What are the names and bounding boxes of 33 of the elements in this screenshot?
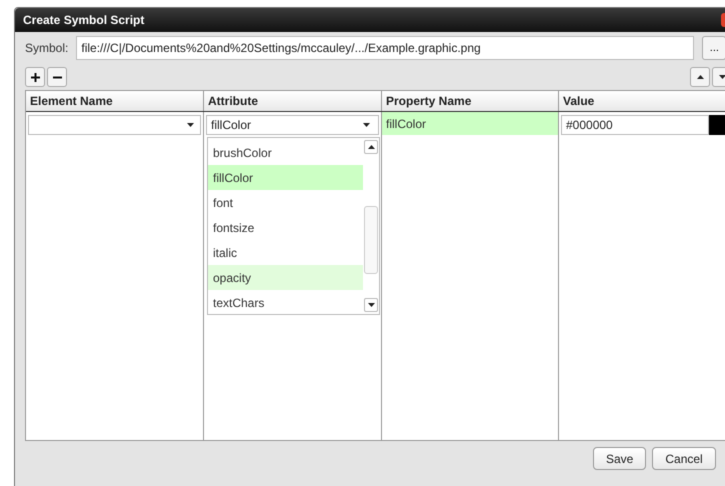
color-swatch[interactable] xyxy=(709,115,725,135)
column-header[interactable]: Value xyxy=(559,91,725,111)
dropdown-option[interactable]: font xyxy=(208,190,363,215)
window-title: Create Symbol Script xyxy=(23,12,144,29)
column-header[interactable]: Property Name xyxy=(382,91,559,111)
save-button[interactable]: Save xyxy=(593,447,646,470)
column-header[interactable]: Attribute xyxy=(204,91,382,111)
plus-icon xyxy=(30,72,40,82)
value-field[interactable]: #000000 xyxy=(561,115,709,135)
move-up-button[interactable] xyxy=(690,67,710,87)
symbol-field[interactable]: file:///C|/Documents%20and%20Settings/mccauley/.../Example.graphic.png xyxy=(76,36,694,60)
dropdown-option[interactable]: fillColor xyxy=(208,165,363,190)
add-button[interactable] xyxy=(25,67,45,87)
dropdown-option[interactable]: brushColor xyxy=(208,140,363,165)
symbol-label: Symbol: xyxy=(25,40,68,57)
dropdown-option[interactable]: textChars xyxy=(208,290,363,315)
dropdown-option[interactable]: fontsize xyxy=(208,215,363,240)
dropdown-option[interactable]: italic xyxy=(208,240,363,265)
browse-button[interactable]: ... xyxy=(702,36,725,60)
up-arrow-icon xyxy=(696,75,704,79)
attribute-dropdown[interactable]: fillColor xyxy=(206,115,379,135)
remove-button[interactable] xyxy=(47,67,67,87)
dropdown-arrow-icon xyxy=(363,123,370,127)
scroll-up-icon xyxy=(368,145,374,149)
cancel-button[interactable]: Cancel xyxy=(652,447,716,470)
scrollbar-thumb[interactable] xyxy=(364,206,378,274)
column-header[interactable]: Element Name xyxy=(26,91,204,111)
scrollbar[interactable] xyxy=(363,138,379,314)
table-cell: fillColor xyxy=(382,112,558,135)
down-arrow-icon xyxy=(718,75,725,79)
dropdown-arrow-icon xyxy=(187,123,194,127)
scroll-down-icon xyxy=(368,303,374,307)
dropdown-option[interactable]: opacity xyxy=(208,265,363,290)
